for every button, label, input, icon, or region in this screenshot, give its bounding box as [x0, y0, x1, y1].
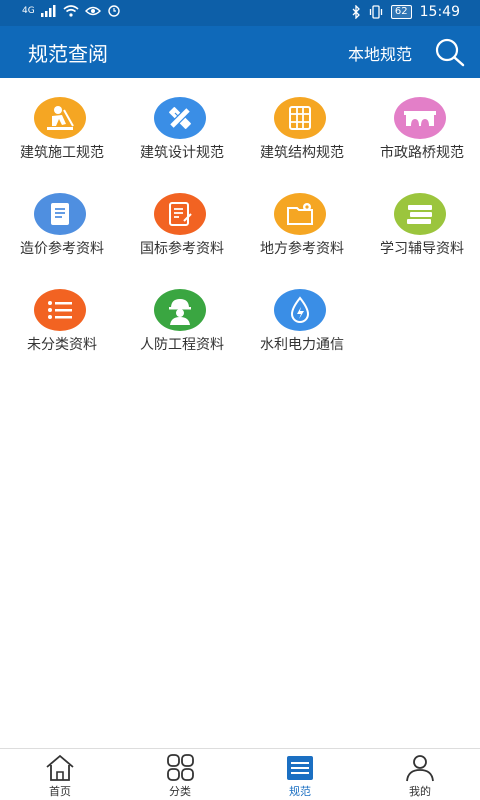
tab-category[interactable]: 分类 — [120, 749, 240, 800]
category-label: 未分类资料 — [27, 337, 97, 353]
category-label: 人防工程资料 — [140, 337, 224, 353]
eye-icon — [84, 6, 101, 15]
category-municipal[interactable]: 市政路桥规范 — [360, 92, 480, 184]
tab-label: 规范 — [289, 785, 311, 798]
status-time: 15:49 — [419, 4, 460, 20]
bluetooth-icon — [352, 5, 360, 19]
category-local[interactable]: 地方参考资料 — [240, 188, 360, 280]
search-button[interactable] — [434, 37, 466, 67]
battery-indicator: 62 — [390, 5, 412, 19]
bottom-tab-bar: 首页 分类 规范 我的 — [0, 748, 480, 800]
category-grid-icon — [167, 754, 194, 781]
category-study[interactable]: 学习辅导资料 — [360, 188, 480, 280]
app-header: 规范查阅 本地规范 — [0, 26, 480, 78]
category-label: 建筑设计规范 — [140, 145, 224, 161]
standards-list-icon — [287, 756, 313, 780]
books-icon — [394, 193, 446, 235]
local-standards-button[interactable]: 本地规范 — [348, 41, 412, 65]
list-icon — [34, 289, 86, 331]
tab-label: 分类 — [169, 785, 191, 798]
water-drop-icon — [274, 289, 326, 331]
bridge-icon — [394, 97, 446, 139]
structure-grid-icon — [274, 97, 326, 139]
tab-profile[interactable]: 我的 — [360, 749, 480, 800]
helmet-worker-icon — [154, 289, 206, 331]
category-design[interactable]: 建筑设计规范 — [120, 92, 240, 184]
construction-worker-icon — [34, 97, 86, 139]
ruler-pencil-icon — [154, 97, 206, 139]
home-icon — [46, 754, 74, 781]
tab-home[interactable]: 首页 — [0, 749, 120, 800]
category-civil-defense[interactable]: 人防工程资料 — [120, 284, 240, 376]
network-type: 4G — [22, 5, 35, 16]
category-label: 学习辅导资料 — [380, 241, 464, 257]
form-icon — [154, 193, 206, 235]
tab-label: 我的 — [409, 785, 431, 798]
wifi-icon — [63, 4, 79, 17]
category-label: 造价参考资料 — [20, 241, 104, 257]
category-water-power[interactable]: 水利电力通信 — [240, 284, 360, 376]
tab-standards[interactable]: 规范 — [240, 749, 360, 800]
category-label: 建筑施工规范 — [20, 145, 104, 161]
category-uncategorized[interactable]: 未分类资料 — [0, 284, 120, 376]
category-label: 建筑结构规范 — [260, 145, 344, 161]
alarm-icon — [108, 5, 120, 17]
category-construction[interactable]: 建筑施工规范 — [0, 92, 120, 184]
category-national[interactable]: 国标参考资料 — [120, 188, 240, 280]
folder-icon — [274, 193, 326, 235]
category-structure[interactable]: 建筑结构规范 — [240, 92, 360, 184]
status-bar: 4G 62 15:49 — [0, 0, 480, 26]
profile-icon — [406, 755, 434, 782]
tab-label: 首页 — [49, 785, 71, 798]
category-label: 国标参考资料 — [140, 241, 224, 257]
document-icon — [34, 193, 86, 235]
category-label: 地方参考资料 — [260, 241, 344, 257]
search-icon — [435, 38, 465, 67]
signal-icon — [40, 4, 56, 17]
vibrate-icon — [369, 5, 383, 19]
category-label: 市政路桥规范 — [380, 145, 464, 161]
category-label: 水利电力通信 — [260, 337, 344, 353]
page-title: 规范查阅 — [28, 42, 108, 66]
category-cost[interactable]: 造价参考资料 — [0, 188, 120, 280]
